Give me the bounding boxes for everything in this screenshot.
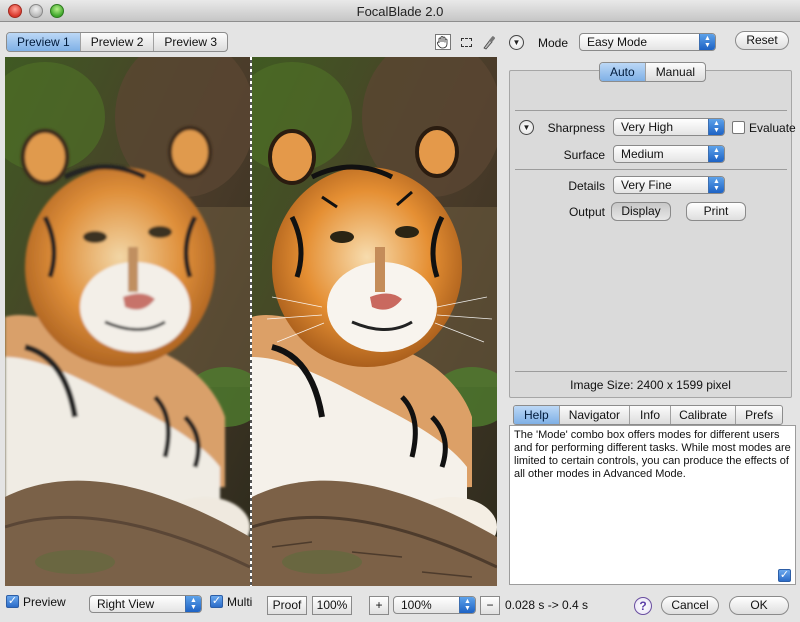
mode-disclosure-button[interactable]: ▼ — [509, 35, 524, 50]
cancel-button[interactable]: Cancel — [661, 596, 719, 615]
zoom-in-button[interactable]: + — [369, 596, 389, 615]
image-size-readout: Image Size: 2400 x 1599 pixel — [570, 378, 731, 392]
chevron-updown-icon: ▲ ▼ — [185, 596, 201, 612]
info-tabs: Help Navigator Info Calibrate Prefs — [513, 405, 784, 425]
tab-manual[interactable]: Manual — [646, 63, 705, 81]
display-output-button[interactable]: Display — [611, 202, 671, 221]
details-select-value: Very Fine — [621, 178, 672, 192]
marquee-select-icon[interactable] — [459, 35, 475, 51]
settings-tabs: Auto Manual — [599, 62, 707, 82]
view-select-value: Right View — [97, 597, 155, 611]
evaluate-label: Evaluate — [749, 121, 796, 135]
sharpness-select[interactable]: Very High ▲ ▼ — [613, 118, 725, 136]
chevron-updown-icon: ▲ ▼ — [708, 177, 724, 193]
tab-info[interactable]: Info — [630, 406, 672, 424]
help-text-box: The 'Mode' combo box offers modes for di… — [509, 425, 796, 585]
output-label: Output — [568, 205, 605, 219]
mode-select[interactable]: Easy Mode ▲ ▼ — [579, 33, 716, 51]
processing-time: 0.028 s -> 0.4 s — [505, 598, 589, 612]
zoom-out-button[interactable]: − — [480, 596, 500, 615]
settings-divider-middle — [515, 169, 787, 170]
details-label: Details — [568, 179, 605, 193]
help-autoshow-checkbox[interactable]: ✓ — [778, 569, 791, 582]
zoom-100-button[interactable]: 100% — [312, 596, 352, 615]
sharpness-select-value: Very High — [621, 120, 674, 134]
tiger-original-image — [5, 57, 250, 586]
sharpness-label: Sharpness — [547, 121, 605, 135]
zoom-select-value: 100% — [401, 598, 432, 612]
proof-button[interactable]: Proof — [267, 596, 307, 615]
mode-label: Mode — [538, 36, 569, 50]
tab-preview-2[interactable]: Preview 2 — [81, 33, 155, 51]
print-output-button[interactable]: Print — [686, 202, 746, 221]
chevron-updown-icon: ▲ ▼ — [459, 597, 475, 613]
preview-checkbox[interactable]: ✓ — [6, 595, 19, 608]
tab-preview-3[interactable]: Preview 3 — [154, 33, 227, 51]
settings-divider-top — [515, 110, 787, 111]
eyedropper-graphic — [483, 36, 496, 50]
preview-label: Preview — [23, 595, 66, 609]
zoom-select[interactable]: 100% ▲ ▼ — [393, 596, 476, 614]
chevron-updown-icon: ▲ ▼ — [708, 119, 724, 135]
multi-checkbox[interactable]: ✓ — [210, 595, 223, 608]
tiger-sharpened-image — [252, 57, 497, 586]
settings-divider-bottom — [515, 371, 787, 372]
reset-button[interactable]: Reset — [735, 31, 789, 50]
window-title: FocalBlade 2.0 — [356, 4, 444, 19]
surface-select-value: Medium — [621, 147, 664, 161]
tab-help[interactable]: Help — [514, 406, 560, 424]
tab-preview-1[interactable]: Preview 1 — [7, 33, 81, 51]
focalblade-window: FocalBlade 2.0 Preview 1 Preview 2 Previ… — [0, 0, 800, 622]
multi-label: Multi — [227, 595, 253, 609]
title-bar: FocalBlade 2.0 — [0, 0, 800, 22]
marquee-shape — [461, 38, 472, 47]
evaluate-checkbox[interactable] — [732, 121, 745, 134]
tab-prefs[interactable]: Prefs — [736, 406, 782, 424]
ok-button[interactable]: OK — [729, 596, 789, 615]
eyedropper-icon[interactable] — [481, 34, 497, 50]
chevron-updown-icon: ▲ ▼ — [708, 146, 724, 162]
original-preview-image[interactable] — [5, 57, 250, 586]
hand-icon-graphic — [437, 36, 448, 49]
help-text: The 'Mode' combo box offers modes for di… — [514, 429, 791, 480]
tab-calibrate[interactable]: Calibrate — [671, 406, 737, 424]
surface-select[interactable]: Medium ▲ ▼ — [613, 145, 725, 163]
hand-icon[interactable] — [435, 34, 451, 50]
mode-select-value: Easy Mode — [587, 35, 648, 49]
chevron-updown-icon: ▲ ▼ — [699, 34, 715, 50]
sharpness-disclosure-button[interactable]: ▼ — [519, 120, 534, 135]
tab-auto[interactable]: Auto — [600, 63, 646, 81]
view-select[interactable]: Right View ▲ ▼ — [89, 595, 202, 613]
preview-tabs: Preview 1 Preview 2 Preview 3 — [6, 32, 229, 52]
sharpened-preview-image[interactable] — [252, 57, 497, 586]
tab-navigator[interactable]: Navigator — [560, 406, 631, 424]
details-select[interactable]: Very Fine ▲ ▼ — [613, 176, 725, 194]
surface-label: Surface — [563, 148, 605, 162]
help-icon[interactable]: ? — [634, 597, 652, 615]
